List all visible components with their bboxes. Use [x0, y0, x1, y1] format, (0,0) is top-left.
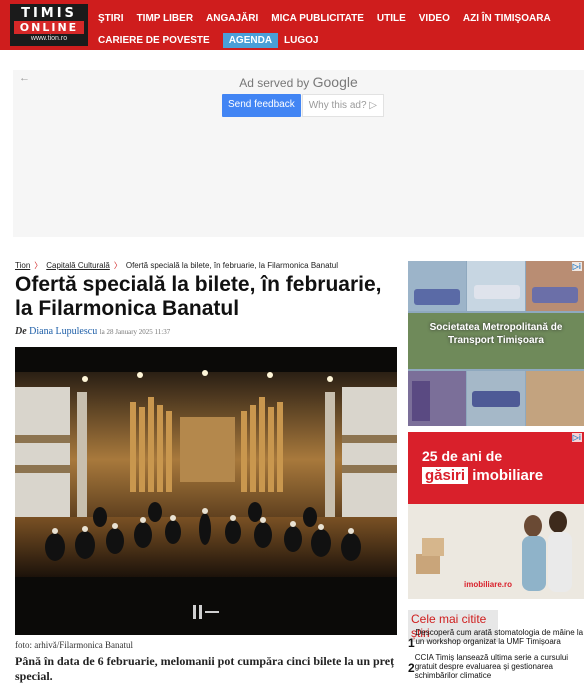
- list-item[interactable]: 1 Descoperă cum arată stomatologia de mâ…: [408, 628, 584, 650]
- article-date: la 28 January 2025 11:37: [99, 328, 171, 336]
- ad-served-prefix: Ad served by: [239, 76, 310, 90]
- article-title: Ofertă specială la bilete, în februarie,…: [15, 273, 382, 320]
- breadcrumb-separator-icon: 〉: [113, 261, 122, 270]
- breadcrumb-separator-icon: 〉: [34, 261, 43, 270]
- nav-item-timp-liber[interactable]: TIMP LIBER: [137, 13, 200, 24]
- site-logo[interactable]: TIMIS ONLINE www.tion.ro: [10, 4, 88, 46]
- breadcrumb-home-link[interactable]: Tion: [15, 261, 30, 270]
- most-read-rank: 2: [408, 661, 415, 675]
- author-link[interactable]: Diana Lupulescu: [29, 326, 97, 337]
- sidebar-ad-stpt[interactable]: Societatea Metropolitană de Transport Ti…: [408, 261, 584, 426]
- logo-top-text: TIMIS: [21, 6, 77, 21]
- nav-item-mica-publicitate[interactable]: MICA PUBLICITATE: [271, 13, 371, 24]
- logo-middle-text: ONLINE: [14, 21, 84, 34]
- article-lead: Până în data de 6 februarie, melomanii p…: [15, 654, 395, 683]
- orchestra-photo-illustration: [15, 347, 397, 635]
- main-nav-row1: ŞTIRI TIMP LIBER ANGAJĂRI MICA PUBLICITA…: [98, 13, 564, 24]
- nav-item-lugoj[interactable]: LUGOJ: [284, 35, 325, 46]
- sidebar-ad2-headline-line2: găsiri imobiliare: [422, 467, 543, 484]
- most-read-list: 1 Descoperă cum arată stomatologia de mâ…: [408, 628, 584, 683]
- nav-item-azi-in-timisoara[interactable]: AZI ÎN TIMIŞOARA: [463, 13, 558, 24]
- article-byline: De Diana Lupulescu la 28 January 2025 11…: [15, 326, 170, 337]
- sidebar-ad1-line2: Transport Timișoara: [448, 335, 544, 346]
- sidebar-ad1-line1: Societatea Metropolitană de: [429, 322, 563, 333]
- why-this-ad-button[interactable]: Why this ad? ▷: [301, 94, 384, 117]
- logo-url-text: www.tion.ro: [30, 35, 68, 42]
- nav-item-video[interactable]: VIDEO: [419, 13, 457, 24]
- most-read-link[interactable]: Descoperă cum arată stomatologia de mâin…: [415, 628, 584, 650]
- most-read-link[interactable]: CCIA Timiș lansează ultima serie a cursu…: [415, 653, 584, 680]
- breadcrumb-current: Ofertă specială la bilete, în februarie,…: [125, 261, 338, 270]
- send-feedback-button[interactable]: Send feedback: [222, 94, 301, 117]
- nav-item-angajari[interactable]: ANGAJĂRI: [206, 13, 265, 24]
- site-header: TIMIS ONLINE www.tion.ro ŞTIRI TIMP LIBE…: [0, 0, 584, 50]
- nav-item-agenda[interactable]: AGENDA: [222, 33, 279, 48]
- nav-item-utile[interactable]: UTILE: [377, 13, 413, 24]
- ad-served-brand: Google: [312, 74, 358, 90]
- sidebar-ad2-brand-a: găsiri: [422, 467, 469, 484]
- ad-banner: ← Ad served by Google Send feedback Why …: [13, 70, 584, 237]
- ad-served-by-text: Ad served by Google: [13, 74, 584, 90]
- sidebar-ad2-logo: imobiliare.ro: [464, 580, 513, 589]
- byline-prefix: De: [15, 326, 27, 337]
- adchoices-icon[interactable]: ▷i: [571, 433, 582, 442]
- nav-item-cariere-de-poveste[interactable]: CARIERE DE POVESTE: [98, 35, 217, 46]
- sidebar-ad-imobiliare[interactable]: 25 de ani de găsiri imobiliare imobiliar…: [408, 432, 584, 599]
- adchoices-icon[interactable]: ▷i: [571, 262, 582, 271]
- sidebar-ad2-headline-line1: 25 de ani de: [422, 448, 503, 464]
- most-read-rank: 1: [408, 636, 415, 650]
- breadcrumb: Tion 〉 Capitală Culturală 〉 Ofertă specială …: [15, 260, 338, 271]
- main-nav-row2: CARIERE DE POVESTE AGENDA LUGOJ: [98, 33, 332, 48]
- sidebar-ad2-brand-b: imobiliare: [472, 467, 544, 484]
- photo-caption: foto: arhivă/Filarmonica Banatul: [15, 640, 133, 650]
- nav-item-stiri[interactable]: ŞTIRI: [98, 13, 131, 24]
- ad-buttons: Send feedback Why this ad? ▷: [222, 94, 384, 117]
- article-photo[interactable]: [15, 347, 397, 635]
- breadcrumb-section-link[interactable]: Capitală Culturală: [46, 261, 110, 270]
- list-item[interactable]: 2 CCIA Timiș lansează ultima serie a cur…: [408, 653, 584, 680]
- sidebar-ad1-text: Societatea Metropolitană de Transport Ti…: [408, 321, 584, 347]
